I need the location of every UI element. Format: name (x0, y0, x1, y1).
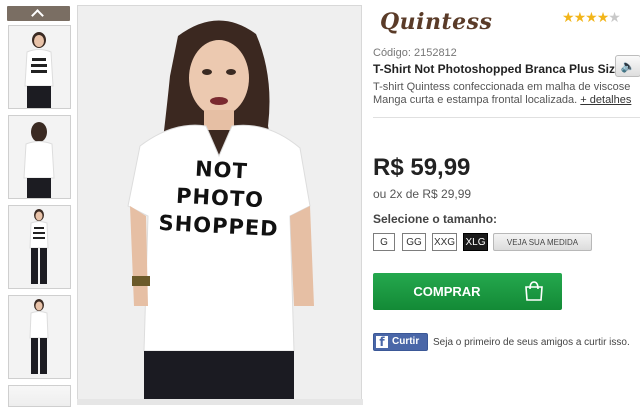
thumbnail-front-image (9, 26, 70, 108)
thumbnail-scroll-up-button[interactable] (7, 6, 70, 22)
thumbnail-full-body[interactable] (8, 205, 71, 289)
rating-stars[interactable]: ★★★★★ (562, 9, 621, 25)
size-option-g[interactable]: G (373, 233, 395, 251)
star-icon: ★ (585, 9, 598, 25)
image-scrollbar[interactable] (77, 399, 363, 405)
brand-logo[interactable]: Quintess (380, 9, 492, 35)
facebook-like-label: Curtir (392, 336, 420, 347)
star-icon: ★ (608, 9, 621, 25)
thumbnail-partial[interactable] (8, 385, 71, 407)
more-details-link[interactable]: + detalhes (580, 94, 631, 106)
price: R$ 59,99 (373, 154, 471, 181)
thumbnail-back[interactable] (8, 115, 71, 199)
description-line-1: T-shirt Quintess confeccionada em malha … (373, 81, 631, 93)
size-option-xlg[interactable]: XLG (463, 233, 488, 251)
product-title: T-Shirt Not Photoshopped Branca Plus Siz… (373, 62, 622, 76)
description-line-2: Manga curta e estampa frontal localizada… (373, 94, 640, 107)
product-description: T-shirt Quintess confeccionada em malha … (373, 81, 640, 107)
facebook-icon: f (376, 336, 388, 349)
size-option-gg[interactable]: GG (402, 233, 426, 251)
speaker-icon: 🔈 (620, 59, 636, 73)
thumbnail-side[interactable] (8, 295, 71, 379)
star-icon: ★ (562, 9, 575, 25)
size-option-xxg[interactable]: XXG (432, 233, 457, 251)
thumbnail-side-image (9, 296, 70, 378)
description-line-2-text: Manga curta e estampa frontal localizada… (373, 94, 578, 106)
facebook-social-text: Seja o primeiro de seus amigos a curtir … (433, 337, 630, 348)
divider (373, 117, 640, 118)
star-icon: ★ (573, 9, 587, 25)
star-icon: ★ (596, 9, 610, 25)
chevron-up-icon (31, 9, 44, 22)
installment-price: ou 2x de R$ 29,99 (373, 187, 472, 201)
facebook-like-button[interactable]: f Curtir (373, 333, 428, 351)
thumbnail-full-body-image (9, 206, 70, 288)
buy-button[interactable]: COMPRAR (373, 273, 562, 310)
audio-description-button[interactable]: 🔈 (615, 55, 640, 77)
thumbnail-front[interactable] (8, 25, 71, 109)
shopping-bag-icon (525, 281, 543, 301)
thumbnail-back-image (9, 116, 70, 198)
buy-button-label: COMPRAR (413, 284, 481, 299)
shirt-print-text: NOT PHOTO SHOPPED (158, 153, 282, 243)
measure-button[interactable]: VEJA SUA MEDIDA (493, 233, 592, 251)
size-label: Selecione o tamanho: (373, 212, 498, 226)
main-product-image[interactable]: NOT PHOTO SHOPPED (77, 5, 362, 400)
product-code: Código: 2152812 (373, 47, 457, 59)
thumbnail-partial-bg (9, 386, 70, 406)
